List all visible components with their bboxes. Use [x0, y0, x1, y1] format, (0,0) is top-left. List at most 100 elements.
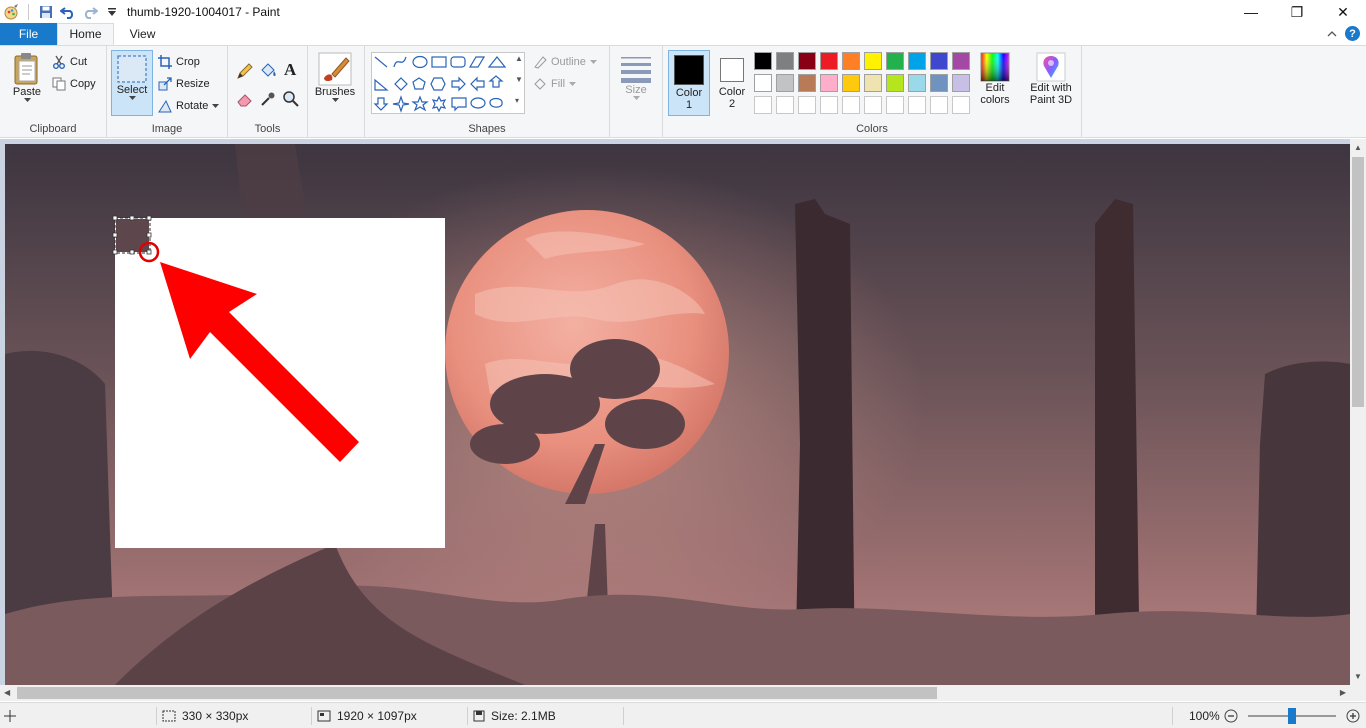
color1-label-line2: 1 — [685, 99, 693, 111]
horizontal-scroll-thumb[interactable] — [17, 687, 937, 699]
color2-label-line1: Color — [718, 86, 746, 98]
palette-swatch[interactable] — [842, 74, 860, 92]
zoom-out-icon — [1224, 709, 1238, 723]
scroll-up-arrow-icon[interactable]: ▲ — [1354, 143, 1362, 152]
palette-swatch[interactable] — [864, 96, 882, 114]
zoom-in-button[interactable] — [1346, 703, 1360, 728]
shapes-scroll[interactable]: ▲ ▼ ▾ — [515, 54, 523, 105]
rotate-button[interactable]: Rotate — [158, 96, 220, 116]
minimize-button[interactable]: — — [1228, 0, 1274, 24]
palette-swatch[interactable] — [754, 52, 772, 70]
maximize-button[interactable]: ❐ — [1274, 0, 1320, 24]
shapes-gallery-icons — [373, 55, 507, 113]
shapes-group-label: Shapes — [468, 123, 506, 135]
save-icon[interactable] — [37, 3, 55, 21]
palette-swatch[interactable] — [798, 52, 816, 70]
palette-swatch[interactable] — [776, 52, 794, 70]
palette-swatch[interactable] — [820, 74, 838, 92]
palette-swatch[interactable] — [864, 52, 882, 70]
palette-swatch[interactable] — [776, 96, 794, 114]
eraser-icon[interactable] — [236, 90, 254, 108]
color-picker-icon[interactable] — [259, 90, 277, 108]
scroll-up-icon[interactable]: ▲ — [515, 54, 523, 63]
chevron-down-icon — [589, 59, 597, 64]
palette-swatch[interactable] — [842, 52, 860, 70]
scroll-left-arrow-icon[interactable]: ◀ — [4, 688, 10, 697]
fill-bucket-icon[interactable] — [259, 62, 277, 80]
zoom-slider[interactable] — [1248, 708, 1336, 724]
palette-swatch[interactable] — [842, 96, 860, 114]
pencil-icon[interactable] — [236, 62, 254, 80]
palette-swatch[interactable] — [820, 96, 838, 114]
palette-swatch[interactable] — [820, 52, 838, 70]
palette-swatch[interactable] — [754, 74, 772, 92]
palette-swatch[interactable] — [886, 52, 904, 70]
text-tool-icon[interactable]: A — [284, 60, 296, 80]
outline-button[interactable]: Outline — [533, 52, 597, 72]
crop-button[interactable]: Crop — [158, 52, 200, 72]
palette-swatch[interactable] — [776, 74, 794, 92]
scroll-down-arrow-icon[interactable]: ▼ — [1354, 672, 1362, 681]
image-size: 1920 × 1097px — [317, 703, 417, 728]
image-canvas[interactable] — [5, 144, 1350, 685]
zoom-out-button[interactable] — [1224, 703, 1238, 728]
horizontal-scrollbar[interactable]: ◀ ▶ — [0, 685, 1350, 701]
ribbon: Paste Cut Copy Clipboard Select Crop Res… — [0, 46, 1366, 138]
color1-button[interactable]: Color 1 — [668, 50, 710, 116]
scroll-down-icon[interactable]: ▼ — [515, 75, 523, 84]
brushes-button[interactable]: Brushes — [312, 52, 358, 103]
expand-gallery-icon[interactable]: ▾ — [515, 96, 523, 105]
customize-qat-icon[interactable] — [103, 3, 121, 21]
scroll-right-arrow-icon[interactable]: ▶ — [1340, 688, 1346, 697]
fill-button[interactable]: Fill — [533, 74, 577, 94]
edit-with-paint3d-button[interactable]: Edit with Paint 3D — [1024, 52, 1078, 106]
cut-button[interactable]: Cut — [52, 52, 87, 72]
palette-swatch[interactable] — [952, 96, 970, 114]
help-icon[interactable]: ? — [1345, 26, 1360, 41]
palette-swatch[interactable] — [798, 74, 816, 92]
collapse-ribbon-icon[interactable] — [1327, 30, 1337, 38]
vertical-scrollbar[interactable]: ▲ ▼ — [1350, 139, 1366, 685]
close-button[interactable]: ✕ — [1320, 0, 1366, 24]
resize-button[interactable]: Resize — [158, 74, 210, 94]
select-button[interactable]: Select — [111, 50, 153, 116]
palette-swatch[interactable] — [930, 96, 948, 114]
palette-swatch[interactable] — [864, 74, 882, 92]
paste-button[interactable]: Paste — [6, 52, 48, 103]
color-palette — [754, 52, 974, 118]
undo-icon[interactable] — [59, 3, 77, 21]
paste-icon — [14, 53, 38, 85]
resize-icon — [158, 77, 172, 91]
cut-label: Cut — [70, 56, 88, 68]
title-bar: thumb-1920-1004017 - Paint — ❐ ✕ — [0, 0, 1366, 24]
palette-swatch[interactable] — [754, 96, 772, 114]
paint3d-line2: Paint 3D — [1029, 94, 1073, 106]
palette-swatch[interactable] — [930, 52, 948, 70]
outline-icon — [534, 56, 547, 69]
palette-swatch[interactable] — [798, 96, 816, 114]
palette-swatch[interactable] — [908, 74, 926, 92]
tab-home[interactable]: Home — [57, 23, 114, 45]
redo-icon[interactable] — [81, 3, 99, 21]
color2-label-line2: 2 — [728, 98, 736, 110]
status-separator — [156, 707, 157, 725]
vertical-scroll-thumb[interactable] — [1352, 157, 1364, 407]
tab-view[interactable]: View — [114, 23, 171, 45]
palette-swatch[interactable] — [886, 96, 904, 114]
colors-group-label: Colors — [856, 123, 888, 135]
palette-swatch[interactable] — [930, 74, 948, 92]
chevron-down-icon — [331, 98, 339, 102]
palette-swatch[interactable] — [908, 96, 926, 114]
palette-swatch[interactable] — [886, 74, 904, 92]
zoom-slider-thumb[interactable] — [1288, 708, 1296, 724]
edit-colors-button[interactable]: Edit colors — [973, 52, 1017, 106]
paint-app-icon[interactable] — [2, 3, 20, 21]
palette-swatch[interactable] — [952, 52, 970, 70]
palette-swatch[interactable] — [952, 74, 970, 92]
color2-button[interactable]: Color 2 — [713, 50, 751, 110]
palette-swatch[interactable] — [908, 52, 926, 70]
magnifier-icon[interactable] — [282, 90, 300, 108]
size-button[interactable]: Size — [616, 52, 656, 101]
tab-file[interactable]: File — [0, 23, 57, 45]
copy-button[interactable]: Copy — [52, 74, 96, 94]
